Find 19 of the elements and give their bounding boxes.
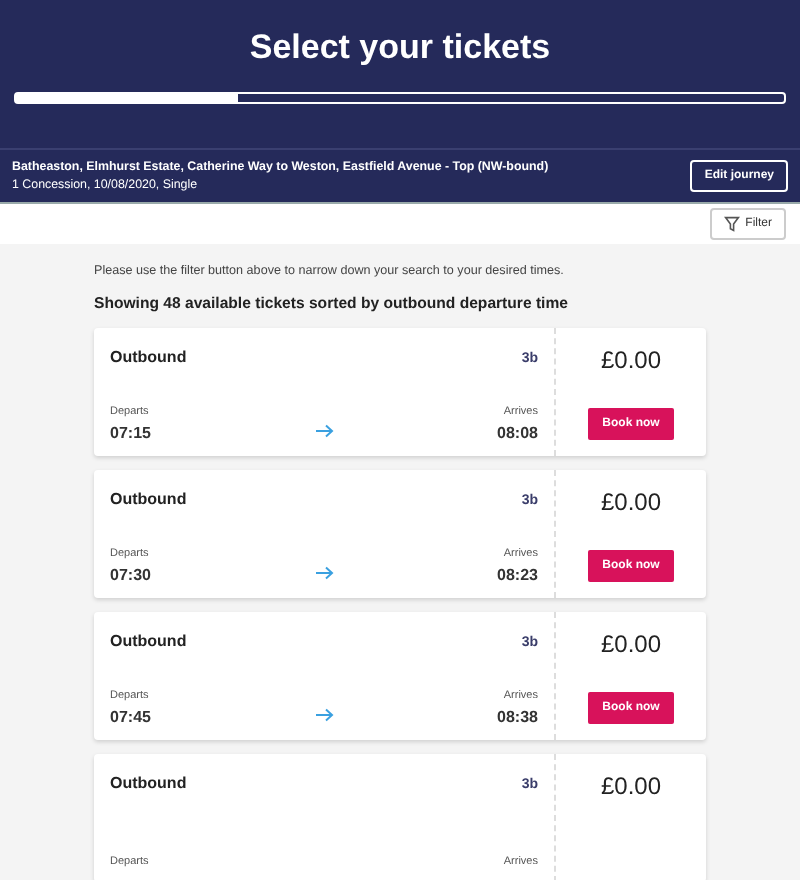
direction-label: Outbound xyxy=(110,348,187,366)
ticket-price: £0.00 xyxy=(600,772,662,800)
ticket-price: £0.00 xyxy=(600,488,662,516)
ticket-price: £0.00 xyxy=(600,630,662,658)
arrival-time: 08:08 xyxy=(497,424,538,442)
filter-icon xyxy=(723,216,740,232)
ticket-price: £0.00 xyxy=(600,346,662,374)
departure-time: 07:30 xyxy=(110,566,151,584)
arrival-time: 08:23 xyxy=(497,566,538,584)
arrow-icon xyxy=(315,708,333,722)
departure-time: 07:15 xyxy=(110,424,151,442)
arrow-icon xyxy=(315,566,333,580)
direction-label: Outbound xyxy=(110,490,187,508)
arrival-time: 08:38 xyxy=(497,708,538,726)
departure-time: 07:45 xyxy=(110,708,151,726)
direction-label: Outbound xyxy=(110,774,187,792)
arrow-icon xyxy=(315,424,333,438)
direction-label: Outbound xyxy=(110,632,187,650)
page-title: Select your tickets xyxy=(247,28,553,68)
